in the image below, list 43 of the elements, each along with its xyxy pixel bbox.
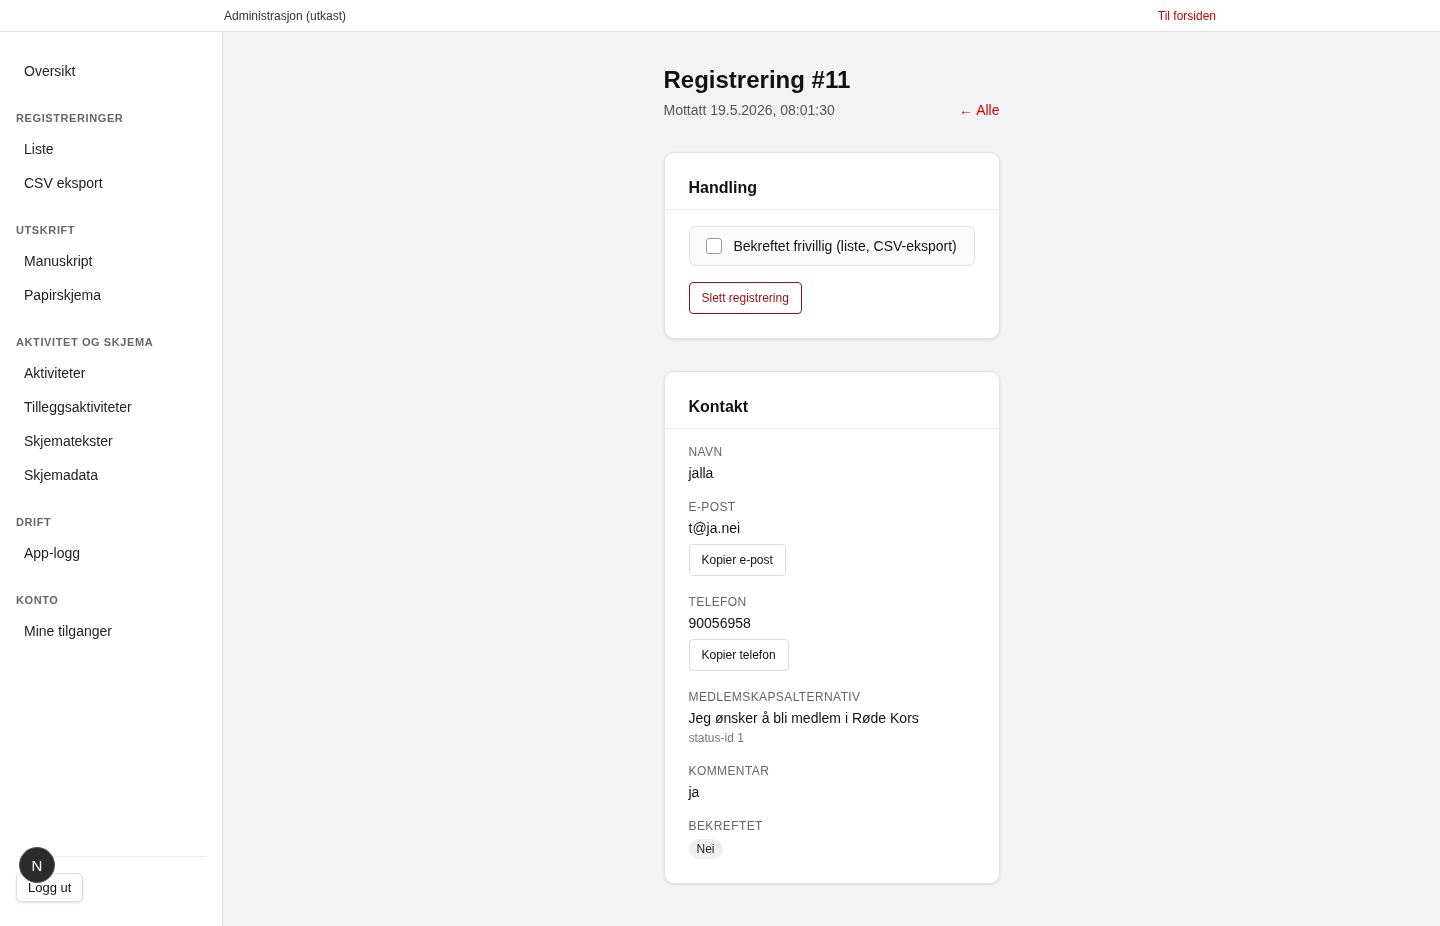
copy-button[interactable]: Kopier e-post xyxy=(688,544,786,576)
field-value: 90056958 xyxy=(688,615,751,631)
field-label: TELEFON xyxy=(688,595,747,609)
sidebar-item[interactable]: Manuskript xyxy=(16,244,101,278)
field-label: NAVN xyxy=(688,445,723,459)
field-label: MEDLEMSKAPSALTERNATIV xyxy=(688,690,861,704)
section-heading: AKTIVITET OG SKJEMA xyxy=(16,335,155,350)
sidebar-item[interactable]: Liste xyxy=(16,132,62,166)
field-label: E-POST xyxy=(688,500,736,514)
field-value: Jeg ønsker å bli medlem i Røde Kors xyxy=(688,710,919,726)
received-time: Mottatt 19.5.2026, 08:01:30 xyxy=(663,102,835,118)
sidebar-item[interactable]: CSV eksport xyxy=(16,166,111,200)
sidebar-item[interactable]: Oversikt xyxy=(16,54,84,88)
checkbox[interactable] xyxy=(705,238,722,254)
app-title: Administrasjon (utkast) xyxy=(224,8,347,23)
sidebar-item[interactable]: App-logg xyxy=(16,536,89,570)
section-heading: KONTO xyxy=(16,593,60,608)
back-link[interactable]: ← Alle xyxy=(959,102,1000,118)
section-heading: DRIFT xyxy=(16,515,53,530)
field-value: t@ja.nei xyxy=(688,520,741,536)
field-label: BEKREFTET xyxy=(688,819,763,833)
delete-button[interactable]: Slett registrering xyxy=(688,282,802,314)
sidebar-item[interactable]: Aktiviteter xyxy=(16,356,94,390)
section-heading: REGISTRERINGER xyxy=(16,111,125,126)
page-title: Registrering #11 xyxy=(663,66,852,94)
sidebar-item[interactable]: Skjematekster xyxy=(16,424,121,458)
card-title: Handling xyxy=(664,153,999,210)
copy-button[interactable]: Kopier telefon xyxy=(688,639,789,671)
field-label: KOMMENTAR xyxy=(688,764,770,778)
field-value: ja xyxy=(688,784,700,800)
field-note: status-id 1 xyxy=(688,731,744,745)
logout-button[interactable]: Logg ut xyxy=(16,873,84,902)
sidebar-item[interactable]: Papirskjema xyxy=(16,278,110,312)
sidebar-item[interactable]: Mine tilganger xyxy=(16,614,120,648)
checkbox-row[interactable]: Bekreftet frivillig (liste, CSV-eksport) xyxy=(688,226,975,266)
status-badge: Nei xyxy=(688,839,723,859)
section-heading: UTSKRIFT xyxy=(16,223,77,238)
sidebar-item[interactable]: Skjemadata xyxy=(16,458,106,492)
card-title: Kontakt xyxy=(664,372,999,429)
home-link[interactable]: Til forsiden xyxy=(1157,8,1216,23)
field-value: jalla xyxy=(688,465,714,481)
dev-badge[interactable]: N xyxy=(19,847,55,883)
sidebar-item[interactable]: Tilleggsaktiviteter xyxy=(16,390,140,424)
